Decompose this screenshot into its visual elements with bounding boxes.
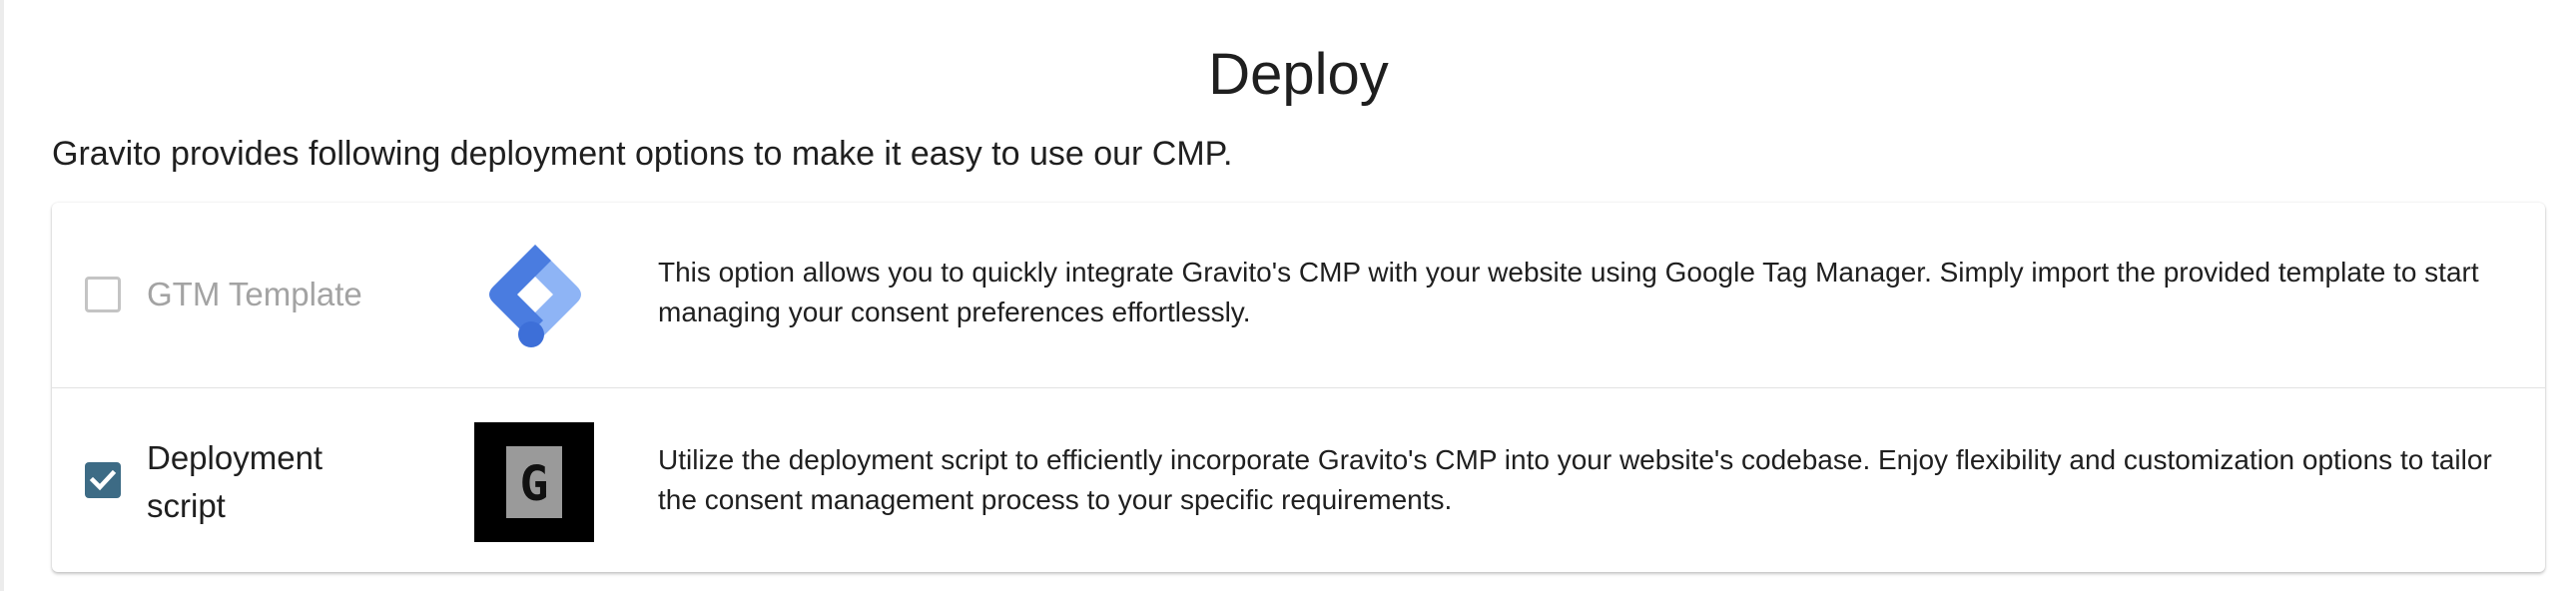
left-edge-border bbox=[0, 0, 4, 591]
gravito-logo-letter: G bbox=[520, 456, 549, 512]
intro-text: Gravito provides following deployment op… bbox=[52, 135, 1233, 173]
gtm-template-description: This option allows you to quickly integr… bbox=[658, 257, 2479, 327]
option-row-gtm-template: GTM Template This option allows you to q… bbox=[52, 203, 2545, 387]
google-tag-manager-icon bbox=[479, 239, 591, 355]
deployment-script-checkbox[interactable] bbox=[85, 462, 121, 498]
checkmark-icon bbox=[89, 469, 117, 491]
deployment-script-label-line2: script bbox=[147, 487, 226, 524]
deployment-options-card: GTM Template This option allows you to q… bbox=[52, 203, 2545, 572]
gtm-template-label: GTM Template bbox=[147, 276, 362, 312]
deployment-script-label: Deployment script bbox=[147, 434, 322, 530]
deployment-script-label-line1: Deployment bbox=[147, 439, 323, 476]
gtm-template-checkbox[interactable] bbox=[85, 277, 121, 312]
deployment-script-description: Utilize the deployment script to efficie… bbox=[658, 444, 2492, 515]
option-row-deployment-script: Deployment script G Utilize the deployme… bbox=[52, 388, 2545, 572]
gravito-g-icon: G bbox=[474, 422, 594, 547]
page-title: Deploy bbox=[1208, 42, 1389, 107]
